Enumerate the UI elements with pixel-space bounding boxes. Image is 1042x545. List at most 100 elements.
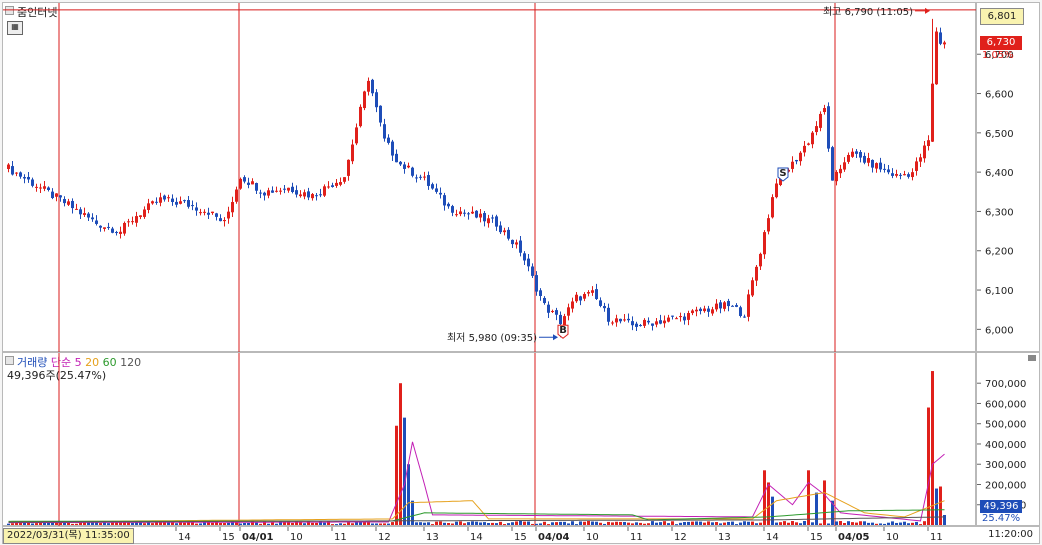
volume-bar [359, 522, 362, 525]
candle-body [915, 161, 918, 171]
candle-body [611, 322, 614, 324]
candle-body [719, 302, 722, 309]
candle-body [871, 159, 874, 168]
volume-bar [695, 521, 698, 525]
volume-bar [651, 521, 654, 525]
volume-bar [935, 488, 938, 525]
candle-body [343, 177, 346, 182]
candle-body [483, 213, 486, 222]
candle-body [619, 318, 622, 322]
candle-body [191, 205, 194, 207]
volume-chart-pane[interactable]: 거래량 단순 5 20 60 120 49,396주(25.47%) [2, 352, 976, 527]
price-tick-label: 6,100 [985, 286, 1014, 297]
candle-body [727, 300, 730, 307]
candle-body [627, 318, 630, 321]
volume-bar [303, 523, 306, 525]
volume-current-badge: 49,396 [980, 500, 1022, 513]
candle-body [547, 304, 550, 313]
candle-body [923, 145, 926, 159]
candle-body [683, 316, 686, 321]
candle-body [159, 197, 162, 203]
volume-bar [503, 524, 506, 526]
volume-bar [487, 523, 490, 525]
volume-bar [387, 523, 390, 525]
candle-body [291, 186, 294, 192]
volume-bar [795, 522, 798, 525]
candle-body [371, 79, 374, 94]
volume-bar [895, 522, 898, 525]
candle-body [819, 113, 822, 128]
candle-body [143, 209, 146, 217]
volume-bar [399, 383, 402, 525]
volume-bar [835, 521, 838, 525]
volume-bar [803, 521, 806, 525]
volume-bar [775, 522, 778, 525]
candle-body [23, 177, 26, 179]
volume-bar [99, 523, 102, 525]
volume-bar [395, 425, 398, 525]
candle-body [623, 319, 626, 321]
volume-bar [523, 521, 526, 525]
volume-bar [439, 521, 442, 525]
volume-bar [435, 521, 438, 525]
volume-bar [891, 521, 894, 525]
volume-bar [543, 521, 546, 525]
volume-bar [919, 524, 922, 526]
volume-bar [343, 523, 346, 525]
candle-body [647, 320, 650, 323]
candle-body [323, 186, 326, 196]
candle-body [231, 202, 234, 213]
volume-bar [411, 500, 414, 525]
volume-bar [455, 521, 458, 525]
candle-body [759, 253, 762, 267]
volume-bar [471, 521, 474, 525]
price-axis-top-badge: 6,801 [980, 8, 1024, 25]
volume-bar [871, 522, 874, 525]
volume-bar [879, 523, 882, 525]
candle-body [903, 174, 906, 176]
candle-body [939, 32, 942, 44]
volume-bar [31, 523, 34, 525]
volume-bar [715, 522, 718, 525]
volume-bar [847, 521, 850, 525]
volume-bar [35, 523, 38, 525]
time-tick-label: 15 [222, 532, 235, 543]
candle-body [539, 290, 542, 297]
volume-tick-label: 400,000 [985, 440, 1026, 451]
candle-body [799, 152, 802, 162]
volume-bar [475, 521, 478, 525]
volume-bar [419, 522, 422, 525]
volume-bar [515, 521, 518, 525]
candle-body [435, 188, 438, 192]
high-annotation: 최고 6,790 (11:05) [823, 6, 913, 18]
candle-body [11, 166, 14, 175]
volume-bar [367, 522, 370, 525]
candle-body [119, 231, 122, 234]
candle-body [127, 221, 130, 223]
time-tick-label: 13 [426, 532, 439, 543]
volume-bar [271, 522, 274, 525]
candle-body [751, 280, 754, 296]
volume-bar [931, 371, 934, 525]
candle-body [419, 176, 422, 178]
volume-bar [447, 522, 450, 525]
candle-body [811, 132, 814, 145]
volume-bar [187, 522, 190, 525]
candle-body [931, 83, 934, 142]
candle-body [19, 172, 22, 177]
volume-bar [211, 522, 214, 525]
volume-bar [463, 523, 466, 525]
candle-body [339, 182, 342, 185]
volume-bar [443, 522, 446, 525]
price-chart-pane[interactable]: 줌인터넷 ▦ 최고 6,790 (11:05) 최저 5,980 (09:35) B… [2, 2, 977, 353]
volume-bar [427, 522, 430, 525]
volume-axis-scroll-icon[interactable] [1028, 355, 1036, 361]
volume-bar [571, 521, 574, 525]
volume-bar [615, 521, 618, 525]
volume-bar [255, 522, 258, 525]
volume-bar [483, 522, 486, 525]
volume-bar [375, 523, 378, 525]
time-tick-label: 11 [930, 532, 943, 543]
volume-bar [539, 523, 542, 525]
candle-body [875, 163, 878, 169]
